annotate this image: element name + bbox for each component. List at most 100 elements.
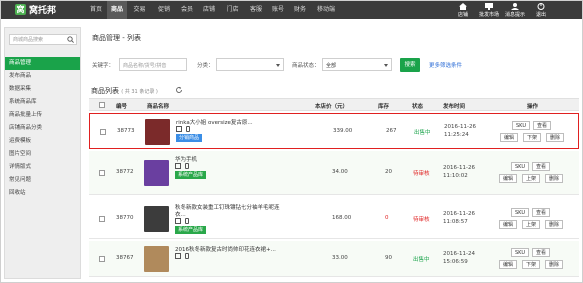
product-price: 339.00 bbox=[333, 128, 353, 134]
sku-button[interactable]: SKU bbox=[511, 208, 529, 217]
toggle-listing-button[interactable]: 上架 bbox=[522, 220, 541, 229]
product-name[interactable]: 秋冬新款女装重工钉珠镶钻七分袖羊毛呢连 bbox=[175, 203, 280, 211]
nav-item[interactable]: 首页 bbox=[85, 1, 107, 19]
nav-item[interactable]: 商品 bbox=[107, 1, 127, 19]
product-name-continued[interactable]: 衣... bbox=[175, 210, 186, 218]
top-tools: 店铺 批发市场 消息提示 退出 bbox=[450, 1, 554, 19]
sidebar-menu: 商品管理 发布商品 数据采集 系统商品库 商品批量上传 店铺商品分类 运费模板 图片空间 详情版… bbox=[5, 57, 80, 200]
product-source-tag: 系统产品库 bbox=[175, 171, 207, 179]
table-row: 38773 rinka大小姐 oversize复古原... 分销商品 339.00 26… bbox=[89, 113, 579, 149]
row-checkbox[interactable] bbox=[99, 170, 105, 176]
edit-button[interactable]: 编辑 bbox=[500, 133, 519, 142]
row-checkbox[interactable] bbox=[99, 256, 105, 262]
edit-button[interactable]: 编辑 bbox=[499, 260, 518, 269]
sidebar-search[interactable]: 商城商品搜索 bbox=[9, 34, 77, 45]
qrcode-icon[interactable] bbox=[175, 253, 181, 259]
toggle-listing-button[interactable]: 下架 bbox=[522, 260, 541, 269]
toggle-listing-button[interactable]: 下架 bbox=[523, 133, 542, 142]
sidebar-item[interactable]: 图片空间 bbox=[5, 148, 80, 161]
nav-item[interactable]: 移动端 bbox=[311, 1, 341, 19]
sku-button[interactable]: SKU bbox=[511, 162, 529, 171]
row-checkbox[interactable] bbox=[100, 129, 106, 135]
nav-item[interactable]: 客服 bbox=[245, 1, 267, 19]
sidebar-item[interactable]: 发布商品 bbox=[5, 70, 80, 83]
qrcode-icon[interactable] bbox=[175, 218, 181, 224]
nav-item[interactable]: 账号 bbox=[267, 1, 289, 19]
sku-button[interactable]: SKU bbox=[512, 121, 530, 130]
brand-logo[interactable]: 窝 窝托邦 ·· ·· ·· ·· bbox=[15, 4, 75, 17]
sidebar-item[interactable]: 回收站 bbox=[5, 187, 80, 200]
sidebar-item[interactable]: 店铺商品分类 bbox=[5, 122, 80, 135]
product-thumbnail[interactable] bbox=[144, 246, 169, 272]
refresh-icon[interactable] bbox=[175, 86, 183, 94]
sku-button[interactable]: SKU bbox=[511, 248, 529, 257]
delete-button[interactable]: 删除 bbox=[545, 174, 564, 183]
sidebar-item[interactable]: 系统商品库 bbox=[5, 96, 80, 109]
view-button[interactable]: 查看 bbox=[533, 121, 552, 130]
edit-button[interactable]: 编辑 bbox=[499, 174, 518, 183]
product-thumbnail[interactable] bbox=[144, 206, 169, 232]
home-icon bbox=[459, 3, 467, 10]
status-select[interactable]: 全部 bbox=[322, 58, 392, 71]
product-thumbnail[interactable] bbox=[144, 160, 169, 186]
product-thumbnail[interactable] bbox=[145, 119, 170, 145]
sidebar-item[interactable]: 数据采集 bbox=[5, 83, 80, 96]
sidebar-search-input[interactable]: 商城商品搜索 bbox=[13, 36, 43, 43]
product-id: 38770 bbox=[116, 215, 134, 221]
nav-item[interactable]: 门店 bbox=[220, 1, 245, 19]
sidebar-item[interactable]: 商品批量上传 bbox=[5, 109, 80, 122]
product-name[interactable]: 华为手机 bbox=[175, 155, 197, 163]
chevron-down-icon bbox=[276, 64, 280, 67]
col-actions: 操作 bbox=[527, 104, 539, 110]
qrcode-icon[interactable] bbox=[176, 126, 182, 132]
delete-button[interactable]: 删除 bbox=[545, 260, 564, 269]
nav-item[interactable]: 会员 bbox=[176, 1, 198, 19]
product-name[interactable]: 2016秋冬新款复古时尚帅印花连衣裙+... bbox=[175, 245, 276, 253]
tool-wholesale-market[interactable]: 批发市场 bbox=[476, 1, 502, 19]
row-checkbox[interactable] bbox=[99, 216, 105, 222]
user-icon bbox=[511, 3, 519, 10]
nav-item[interactable]: 促销 bbox=[152, 1, 176, 19]
col-status: 状态 bbox=[412, 104, 424, 110]
keyword-input[interactable]: 商品名称/货号/拼音 bbox=[119, 58, 187, 71]
select-all-checkbox[interactable] bbox=[99, 102, 105, 108]
col-name: 商品名称 bbox=[147, 104, 170, 110]
view-button[interactable]: 查看 bbox=[532, 208, 551, 217]
category-label: 分类： bbox=[197, 63, 214, 69]
product-id: 38772 bbox=[116, 169, 134, 175]
mobile-icon[interactable] bbox=[186, 126, 190, 132]
delete-button[interactable]: 删除 bbox=[545, 220, 564, 229]
col-stock: 库存 bbox=[378, 104, 390, 110]
sidebar-item[interactable]: 运费模板 bbox=[5, 135, 80, 148]
nav-item[interactable]: 交易 bbox=[127, 1, 152, 19]
more-filters-link[interactable]: 更多筛选条件 bbox=[429, 61, 462, 69]
tool-store[interactable]: 店铺 bbox=[450, 1, 476, 19]
product-name[interactable]: rinka大小姐 oversize复古原... bbox=[176, 118, 253, 126]
category-select[interactable] bbox=[216, 58, 284, 71]
publish-date: 2016-11-26 bbox=[444, 124, 476, 130]
publish-time: 15:06:59 bbox=[443, 259, 468, 265]
search-icon[interactable] bbox=[67, 36, 74, 43]
search-button[interactable]: 搜索 bbox=[400, 58, 420, 72]
product-id: 38773 bbox=[117, 128, 135, 134]
edit-button[interactable]: 编辑 bbox=[499, 220, 518, 229]
nav-item[interactable]: 店铺 bbox=[198, 1, 220, 19]
power-icon bbox=[537, 3, 545, 10]
view-button[interactable]: 查看 bbox=[532, 248, 551, 257]
publish-date: 2016-11-26 bbox=[443, 165, 475, 171]
tool-logout[interactable]: 退出 bbox=[528, 1, 554, 19]
view-button[interactable]: 查看 bbox=[532, 162, 551, 171]
mobile-icon[interactable] bbox=[185, 218, 189, 224]
sidebar-item[interactable]: 详情版式 bbox=[5, 161, 80, 174]
product-stock: 20 bbox=[385, 169, 392, 175]
tool-messages[interactable]: 消息提示 bbox=[502, 1, 528, 19]
mobile-icon[interactable] bbox=[185, 253, 189, 259]
sidebar-item[interactable]: 常见问题 bbox=[5, 174, 80, 187]
delete-button[interactable]: 删除 bbox=[546, 133, 565, 142]
sidebar-item[interactable]: 商品管理 bbox=[5, 57, 80, 70]
nav-item[interactable]: 财务 bbox=[289, 1, 311, 19]
qrcode-icon[interactable] bbox=[175, 163, 181, 169]
mobile-icon[interactable] bbox=[185, 163, 189, 169]
toggle-listing-button[interactable]: 上架 bbox=[522, 174, 541, 183]
keyword-placeholder: 商品名称/货号/拼音 bbox=[123, 63, 167, 69]
